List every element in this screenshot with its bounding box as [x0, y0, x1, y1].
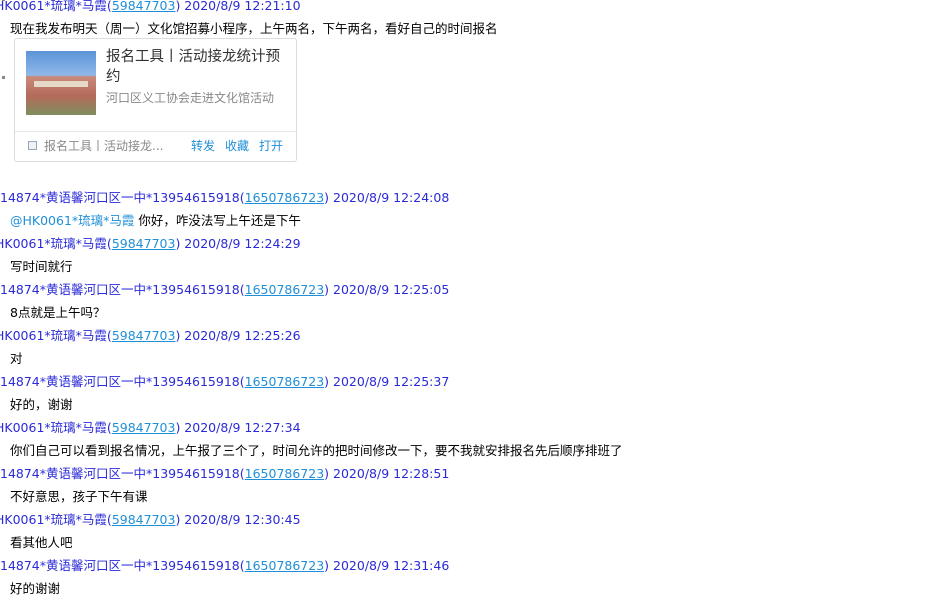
- message-time: 2020/8/9 12:28:51: [333, 466, 450, 481]
- message-time: 2020/8/9 12:25:05: [333, 282, 450, 297]
- card-footer-name: 报名工具丨活动接龙...: [44, 139, 164, 153]
- card-subtitle: 河口区义工协会走进文化馆活动: [106, 91, 275, 105]
- sender-qq-link[interactable]: 59847703: [112, 420, 176, 435]
- message: HK0061*琉璃*马霞(59847703) 2020/8/9 12:30:45…: [0, 508, 930, 554]
- message: HK0061*琉璃*马霞(59847703) 2020/8/9 12:21:10…: [0, 0, 930, 186]
- sender-name: HK0061*琉璃*马霞: [0, 512, 107, 527]
- message-header: HK0061*琉璃*马霞(59847703) 2020/8/9 12:25:26: [0, 324, 930, 347]
- forward-button[interactable]: 转发: [191, 135, 215, 157]
- message: 14874*黄语馨河口区一中*13954615918(1650786723) 2…: [0, 462, 930, 508]
- mini-program-icon: [28, 141, 37, 150]
- message-header: 14874*黄语馨河口区一中*13954615918(1650786723) 2…: [0, 466, 450, 481]
- sender-qq-link[interactable]: 1650786723: [245, 558, 325, 573]
- message-time: 2020/8/9 12:25:26: [184, 328, 301, 343]
- message-text: @HK0061*琉璃*马霞 你好，咋没法写上午还是下午: [0, 209, 930, 232]
- sender-qq-link[interactable]: 1650786723: [245, 466, 325, 481]
- sender-qq-link[interactable]: 59847703: [112, 0, 176, 13]
- card-title: 报名工具丨活动接龙统计预约: [106, 49, 280, 85]
- sender-qq-link[interactable]: 1650786723: [245, 282, 325, 297]
- message: 14874*黄语馨河口区一中*13954615918(1650786723) 2…: [0, 186, 930, 232]
- favorite-button[interactable]: 收藏: [225, 135, 249, 157]
- sender-name: 14874*黄语馨河口区一中*13954615918: [0, 466, 240, 481]
- sender-qq-link[interactable]: 59847703: [112, 236, 176, 251]
- thumbnail-sign: [34, 81, 88, 87]
- mention-link[interactable]: @HK0061*琉璃*马霞: [10, 213, 134, 228]
- bullet-icon: [2, 0, 5, 1]
- message-time: 2020/8/9 12:24:08: [333, 190, 450, 205]
- message-time: 2020/8/9 12:30:45: [184, 512, 301, 527]
- sender-name: 14874*黄语馨河口区一中*13954615918: [0, 282, 240, 297]
- message-text: 好的，谢谢: [10, 397, 73, 412]
- sender-qq-link[interactable]: 1650786723: [245, 374, 325, 389]
- sender-qq-link[interactable]: 59847703: [112, 512, 176, 527]
- message: 14874*黄语馨河口区一中*13954615918(1650786723) 2…: [0, 278, 930, 324]
- card-divider: [15, 131, 296, 132]
- message-text: 你们自己可以看到报名情况，上午报了三个了，时间允许的把时间修改一下，要不我就安排…: [10, 443, 623, 458]
- message-header: HK0061*琉璃*马霞(59847703) 2020/8/9 12:21:10: [0, 0, 930, 17]
- sender-name: 14874*黄语馨河口区一中*13954615918: [0, 190, 240, 205]
- message-text: 好的谢谢: [10, 581, 61, 596]
- bullet-icon: [2, 76, 5, 79]
- sender-name: HK0061*琉璃*马霞: [0, 0, 107, 13]
- message-time: 2020/8/9 12:31:46: [333, 558, 450, 573]
- message-time: 2020/8/9 12:24:29: [184, 236, 301, 251]
- sender-qq-link[interactable]: 1650786723: [245, 190, 325, 205]
- card-thumbnail: [26, 51, 96, 115]
- message: 14874*黄语馨河口区一中*13954615918(1650786723) 2…: [0, 370, 930, 416]
- message: 14874*黄语馨河口区一中*13954615918(1650786723) 2…: [0, 554, 930, 600]
- sender-name: 14874*黄语馨河口区一中*13954615918: [0, 558, 240, 573]
- message: HK0061*琉璃*马霞(59847703) 2020/8/9 12:27:34…: [0, 416, 930, 462]
- message-header: 14874*黄语馨河口区一中*13954615918(1650786723) 2…: [0, 190, 450, 205]
- mini-program-card[interactable]: 报名工具丨活动接龙统计预约 河口区义工协会走进文化馆活动 报名工具丨活动接龙..…: [14, 38, 297, 162]
- message-header: 14874*黄语馨河口区一中*13954615918(1650786723) 2…: [0, 374, 450, 389]
- message: HK0061*琉璃*马霞(59847703) 2020/8/9 12:25:26…: [0, 324, 930, 370]
- message-text: 不好意思，孩子下午有课: [10, 489, 148, 504]
- message-header: HK0061*琉璃*马霞(59847703) 2020/8/9 12:27:34: [0, 416, 930, 439]
- message: HK0061*琉璃*马霞(59847703) 2020/8/9 12:24:29…: [0, 232, 930, 278]
- card-footer: 报名工具丨活动接龙... 转发 收藏 打开: [15, 135, 296, 157]
- message-header: 14874*黄语馨河口区一中*13954615918(1650786723) 2…: [0, 558, 450, 573]
- sender-name: HK0061*琉璃*马霞: [0, 328, 107, 343]
- message-header: HK0061*琉璃*马霞(59847703) 2020/8/9 12:24:29: [0, 232, 930, 255]
- message-header: 14874*黄语馨河口区一中*13954615918(1650786723) 2…: [0, 282, 450, 297]
- message-time: 2020/8/9 12:27:34: [184, 420, 301, 435]
- chat-log: HK0061*琉璃*马霞(59847703) 2020/8/9 12:21:10…: [0, 0, 930, 600]
- sender-name: HK0061*琉璃*马霞: [0, 420, 107, 435]
- message-time: 2020/8/9 12:25:37: [333, 374, 450, 389]
- message-text: 8点就是上午吗？: [10, 305, 106, 320]
- message-text: 现在我发布明天（周一）文化馆招募小程序，上午两名，下午两名，看好自己的时间报名: [0, 0, 930, 40]
- message-text: 写时间就行: [10, 259, 73, 274]
- sender-name: HK0061*琉璃*马霞: [0, 236, 107, 251]
- message-text: 看其他人吧: [10, 535, 73, 550]
- message-header: HK0061*琉璃*马霞(59847703) 2020/8/9 12:30:45: [0, 508, 930, 531]
- open-button[interactable]: 打开: [259, 135, 283, 157]
- sender-qq-link[interactable]: 59847703: [112, 328, 176, 343]
- message-text-content: 你好，咋没法写上午还是下午: [134, 213, 301, 228]
- sender-name: 14874*黄语馨河口区一中*13954615918: [0, 374, 240, 389]
- message-text-content: 现在我发布明天（周一）文化馆招募小程序，上午两名，下午两名，看好自己的时间报名: [10, 21, 498, 36]
- message-time: 2020/8/9 12:21:10: [184, 0, 301, 13]
- message-text: 对: [10, 351, 23, 366]
